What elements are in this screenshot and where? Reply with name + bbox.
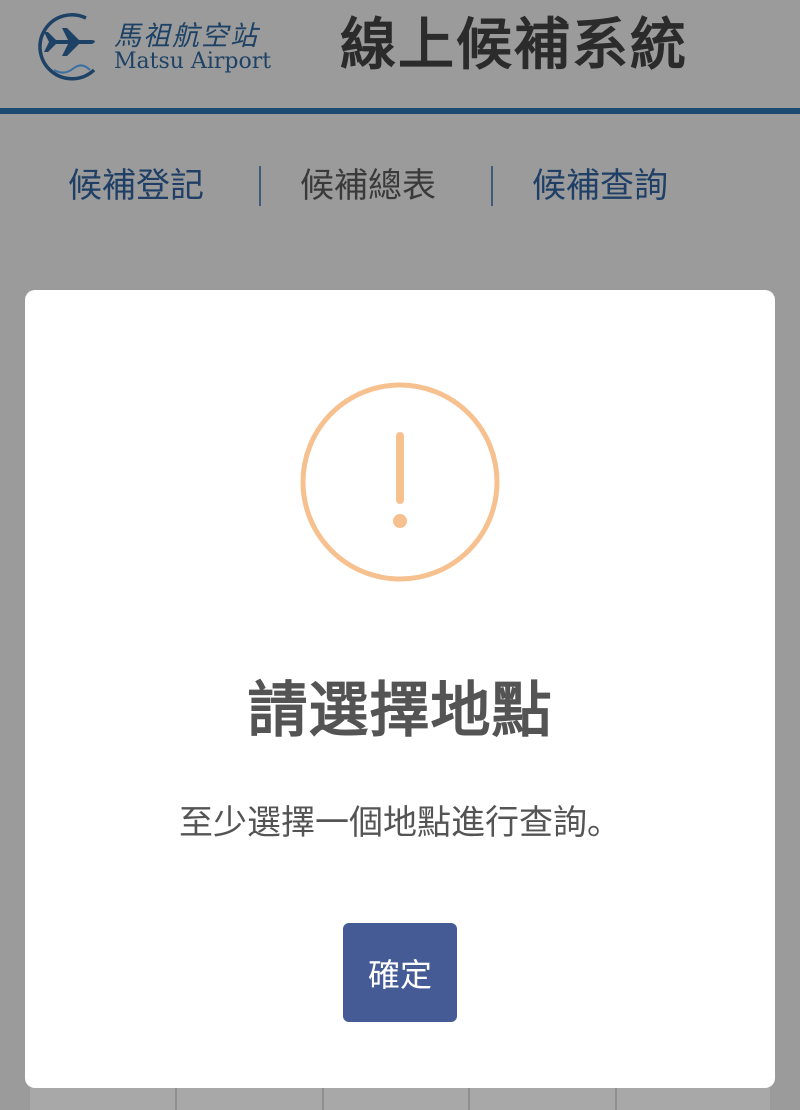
alert-dialog: 請選擇地點 至少選擇一個地點進行查詢。 確定: [25, 290, 775, 1088]
nav-waitlist-register[interactable]: 候補登記: [68, 158, 204, 214]
matsu-airport-logo[interactable]: 馬祖航空站 Matsu Airport: [34, 8, 284, 86]
nav-waitlist-query[interactable]: 候補查詢: [532, 158, 668, 214]
site-header: 馬祖航空站 Matsu Airport 線上候補系統: [0, 0, 800, 108]
nav-waitlist-summary[interactable]: 候補總表: [300, 158, 436, 214]
confirm-button[interactable]: 確定: [343, 923, 457, 1022]
exclamation-icon: [300, 382, 500, 582]
header-divider: [0, 108, 800, 114]
site-title: 線上候補系統: [340, 13, 688, 78]
nav-separator: [491, 166, 493, 206]
page: 馬祖航空站 Matsu Airport 線上候補系統 候補登記 候補總表 候補查…: [0, 0, 800, 1110]
main-nav: 候補登記 候補總表 候補查詢: [0, 158, 800, 214]
dialog-title: 請選擇地點: [247, 676, 553, 746]
background-table-edge: [30, 1088, 770, 1110]
airplane-emblem-icon: [38, 13, 96, 81]
dialog-message: 至少選擇一個地點進行查詢。: [179, 803, 621, 843]
nav-separator: [259, 166, 261, 206]
logo-chinese-text: 馬祖航空站: [114, 21, 259, 52]
logo-english-text: Matsu Airport: [114, 49, 272, 74]
